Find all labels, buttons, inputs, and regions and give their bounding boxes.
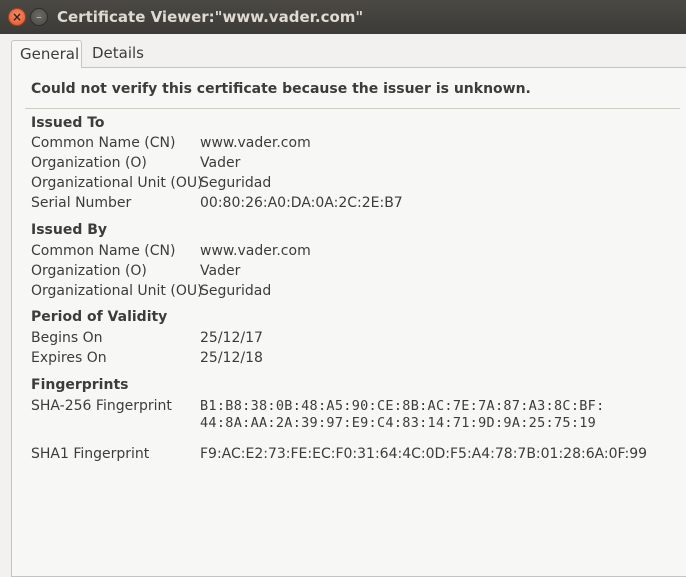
expires-on-value: 25/12/18 [200, 350, 263, 366]
tab-general[interactable]: General [11, 40, 82, 68]
sha1-fingerprint-label: SHA1 Fingerprint [31, 446, 150, 462]
issued-by-cn-value: www.vader.com [200, 243, 311, 259]
sha256-fingerprint-line1: B1:B8:38:0B:48:A5:90:CE:8B:AC:7E:7A:87:A… [200, 398, 605, 414]
certificate-viewer-window: × – Certificate Viewer:"www.vader.com" G… [0, 0, 686, 577]
begins-on-label: Begins On [31, 330, 103, 346]
sha256-fingerprint-line2: 44:8A:AA:2A:39:97:E9:C4:83:14:71:9D:9A:2… [200, 415, 597, 431]
issued-by-o-value: Vader [200, 263, 241, 279]
issued-by-o-label: Organization (O) [31, 263, 147, 279]
issued-by-cn-label: Common Name (CN) [31, 243, 176, 259]
close-window-button[interactable]: × [8, 8, 26, 26]
window-title: Certificate Viewer:"www.vader.com" [57, 8, 364, 26]
tab-details[interactable]: Details [84, 40, 154, 67]
serial-number-label: Serial Number [31, 195, 132, 211]
issued-to-cn-value: www.vader.com [200, 135, 311, 151]
issued-by-ou-label: Organizational Unit (OU) [31, 283, 203, 299]
validity-heading: Period of Validity [31, 309, 168, 325]
begins-on-value: 25/12/17 [200, 330, 263, 346]
issued-by-ou-value: Seguridad [200, 283, 272, 299]
issued-to-heading: Issued To [31, 115, 105, 131]
issued-to-o-value: Vader [200, 155, 241, 171]
serial-number-value: 00:80:26:A0:DA:0A:2C:2E:B7 [200, 195, 403, 211]
issued-to-o-label: Organization (O) [31, 155, 147, 171]
issued-to-ou-value: Seguridad [200, 175, 272, 191]
issued-by-heading: Issued By [31, 222, 108, 238]
minimize-window-button[interactable]: – [30, 8, 48, 26]
sha1-fingerprint-value: F9:AC:E2:73:FE:EC:F0:31:64:4C:0D:F5:A4:7… [200, 446, 648, 462]
fingerprints-heading: Fingerprints [31, 377, 129, 393]
sha256-fingerprint-label: SHA-256 Fingerprint [31, 398, 172, 414]
separator [25, 108, 680, 109]
minimize-icon: – [36, 10, 42, 24]
expires-on-label: Expires On [31, 350, 107, 366]
issued-to-ou-label: Organizational Unit (OU) [31, 175, 203, 191]
verification-warning: Could not verify this certificate becaus… [31, 81, 531, 97]
close-icon: × [11, 10, 23, 24]
title-bar: × – Certificate Viewer:"www.vader.com" [0, 0, 686, 34]
issued-to-cn-label: Common Name (CN) [31, 135, 176, 151]
